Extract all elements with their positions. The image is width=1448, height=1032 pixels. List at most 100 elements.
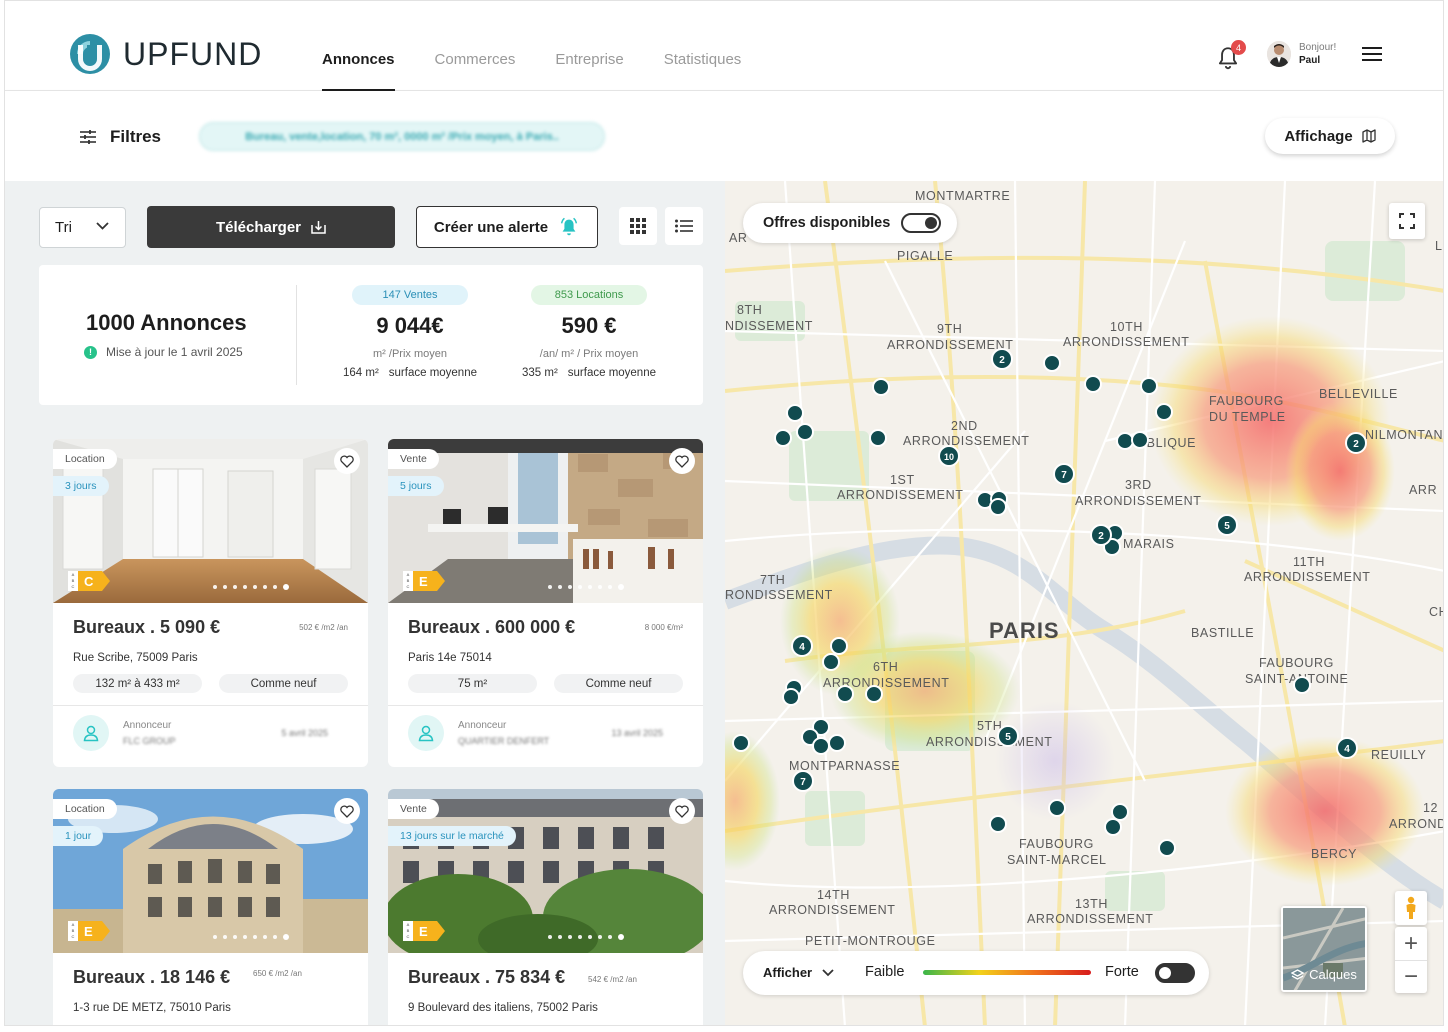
favorite-heart-icon[interactable] (669, 448, 695, 474)
zoom-in-button[interactable]: + (1395, 927, 1427, 960)
map-marker (869, 429, 887, 447)
list-view-button[interactable] (665, 207, 703, 245)
listing-condition: Comme neuf (219, 674, 348, 693)
avatar (1267, 41, 1291, 67)
chevron-down-icon (822, 968, 834, 976)
rental-count-badge: 853 Locations (531, 285, 647, 305)
map-marker (989, 815, 1007, 833)
list-icon (675, 219, 693, 233)
available-offers-toggle[interactable]: Offres disponibles (743, 203, 957, 243)
nav-entreprise[interactable]: Entreprise (555, 1, 623, 91)
active-filter-chip[interactable]: Bureau, vente,location, 70 m², 0000 m² /… (199, 122, 605, 151)
create-alert-label: Créer une alerte (433, 218, 549, 236)
map-markers[interactable]: 2 10 7 2 5 2 4 5 4 7 (725, 181, 1444, 1026)
listing-card[interactable]: Location 3 jours ABCC Bureaux . 5 090 € … (53, 439, 368, 767)
listing-address: 9 Boulevard des italiens, 75002 Paris (408, 1002, 598, 1014)
street-view-pegman-icon[interactable] (1395, 891, 1427, 925)
filters-button[interactable]: Filtres (80, 127, 161, 147)
app-name: UPFUND (123, 35, 263, 72)
favorite-heart-icon[interactable] (334, 798, 360, 824)
map-marker (1048, 799, 1066, 817)
legend-high-label: Forte (1105, 964, 1139, 980)
map-marker (1293, 676, 1311, 694)
rental-stats: 853 Locations 590 € /an/ m² / Prix moyen… (499, 285, 679, 379)
rental-surface: 335 m² surface moyenne (499, 367, 679, 379)
available-offers-switch[interactable] (901, 213, 941, 233)
cluster-count: 7 (800, 777, 806, 788)
map-marker (1140, 377, 1158, 395)
create-alert-button[interactable]: Créer une alerte (416, 206, 598, 248)
hamburger-menu-icon[interactable] (1362, 47, 1382, 61)
filters-label: Filtres (110, 127, 162, 146)
grid-view-button[interactable] (619, 207, 657, 245)
favorite-heart-icon[interactable] (334, 448, 360, 474)
listing-address: Paris 14e 75014 (408, 652, 492, 664)
logo[interactable]: UPFUND (69, 33, 262, 75)
listing-age-tag: 1 jour (53, 826, 104, 846)
total-listings: 1000 Annonces (86, 310, 247, 335)
listing-surface: 75 m² (408, 674, 537, 693)
nav-statistiques[interactable]: Statistiques (664, 1, 742, 91)
photo-carousel-dots[interactable] (388, 584, 703, 590)
user-greeting: Bonjour! (1299, 42, 1337, 53)
listing-title: Bureaux . 75 834 € (408, 967, 566, 987)
layers-label: Calques (1309, 967, 1357, 982)
listing-card[interactable]: Location 1 jour ABCE Bureaux . 18 146 € … (53, 789, 368, 1025)
photo-carousel-dots[interactable] (53, 934, 368, 940)
sales-average-price: 9 044€ (376, 313, 444, 338)
sales-price-unit: m² /Prix moyen (373, 348, 447, 360)
last-update-text: Mise à jour le 1 avril 2025 (106, 345, 243, 359)
layers-button[interactable]: Calques (1281, 906, 1367, 992)
map-marker (786, 404, 804, 422)
map-view[interactable]: MONTMARTRE PIGALLE AR 8TH NDISSEMENT 9TH… (725, 181, 1444, 1026)
grid-icon (630, 218, 646, 234)
map-marker (1155, 403, 1173, 421)
alarm-bell-icon (561, 217, 578, 236)
download-button[interactable]: Télécharger (147, 206, 395, 248)
rental-surface-value: 335 m² (521, 367, 558, 379)
show-dropdown[interactable]: Afficher (763, 965, 834, 980)
photo-carousel-dots[interactable] (388, 934, 703, 940)
cluster-counts: 2 10 7 2 5 2 4 5 4 7 (799, 355, 1359, 788)
listing-title: Bureaux . 600 000 € (408, 617, 576, 637)
cluster-count: 2 (999, 355, 1005, 366)
listing-photo[interactable]: Location 1 jour ABCE (53, 789, 368, 953)
listing-card[interactable]: Vente 5 jours ABCE Bureaux . 600 000 € 8… (388, 439, 703, 767)
heatmap-switch[interactable] (1155, 963, 1195, 983)
listing-age-tag: 13 jours sur le marché (388, 826, 516, 846)
photo-carousel-dots[interactable] (53, 584, 368, 590)
cluster-count: 4 (799, 642, 805, 653)
map-marker (828, 734, 846, 752)
listing-surface: 132 m² à 433 m² (73, 674, 202, 693)
cluster-count: 2 (1098, 531, 1104, 542)
map-marker (1158, 839, 1176, 857)
listing-photo[interactable]: Location 3 jours ABCC (53, 439, 368, 603)
display-mode-button[interactable]: Affichage (1265, 118, 1395, 154)
sort-label: Tri (55, 219, 72, 236)
map-marker (1111, 803, 1129, 821)
notification-badge: 4 (1231, 40, 1246, 55)
nav-annonces[interactable]: Annonces (322, 1, 395, 91)
map-marker (865, 685, 883, 703)
user-photo-icon (1267, 41, 1291, 67)
listing-photo[interactable]: Vente 13 jours sur le marché ABCE (388, 789, 703, 953)
fullscreen-button[interactable] (1389, 203, 1425, 239)
app-window: UPFUND Annonces Commerces Entreprise Sta… (4, 0, 1444, 1026)
listing-markers (732, 354, 1311, 857)
display-mode-label: Affichage (1284, 127, 1353, 145)
listing-unit-price: 650 € /m2 /an (253, 969, 302, 978)
map-marker (812, 737, 830, 755)
zoom-out-button[interactable]: − (1395, 960, 1427, 993)
rental-surface-label: surface moyenne (567, 367, 656, 379)
cluster-count: 5 (1224, 521, 1230, 532)
listing-photo[interactable]: Vente 5 jours ABCE (388, 439, 703, 603)
advertiser-user-icon (73, 715, 109, 751)
user-menu[interactable]: Bonjour! Paul (1267, 41, 1336, 67)
nav-commerces[interactable]: Commerces (435, 1, 516, 91)
listing-card[interactable]: Vente 13 jours sur le marché ABCE Bureau… (388, 789, 703, 1025)
fullscreen-icon (1399, 213, 1415, 229)
favorite-heart-icon[interactable] (669, 798, 695, 824)
cluster-count: 2 (1353, 439, 1359, 450)
sort-dropdown[interactable]: Tri (39, 207, 126, 248)
listing-date: 5 avril 2025 (281, 728, 328, 738)
